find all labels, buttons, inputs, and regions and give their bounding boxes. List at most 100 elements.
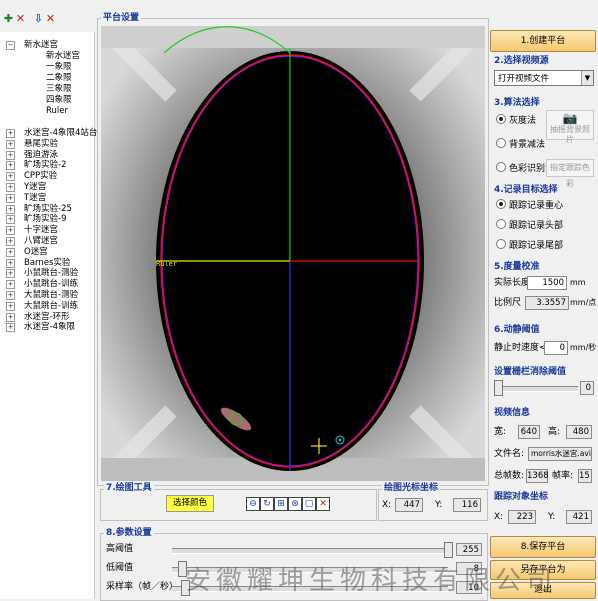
save-platform-button[interactable]: 8.保存平台: [490, 536, 596, 558]
expand-icon[interactable]: +: [6, 183, 15, 192]
tree-child-label: 一象限: [46, 62, 72, 72]
param-label: 低阈值: [106, 563, 134, 573]
param-slider[interactable]: [172, 548, 448, 554]
tree-child-label: 三象限: [46, 84, 72, 94]
fence-threshold-value: 0: [580, 381, 594, 395]
actual-length-unit: mm: [570, 278, 586, 287]
video-source-select[interactable]: 打开视频文件 ▼: [494, 70, 594, 86]
expand-icon[interactable]: +: [6, 280, 15, 290]
expand-icon[interactable]: +: [6, 204, 15, 214]
algorithm-option-0[interactable]: 灰度法: [496, 114, 536, 126]
platform-title: 平台设置: [101, 13, 142, 24]
target-coords-title: 跟踪对象坐标: [494, 492, 549, 502]
tree-item-label: 悬尾实验: [24, 138, 59, 149]
delete-icon[interactable]: ✕: [15, 12, 26, 25]
cursor-x-field: 447: [395, 498, 423, 512]
scale-title: 5.度量校准: [494, 262, 540, 272]
width-label: 宽:: [494, 427, 507, 437]
expand-icon[interactable]: +: [6, 161, 15, 171]
tree-item-label: 小鼠跳台-测验: [24, 268, 79, 279]
capture-background-label: 抽摇背景照片: [550, 125, 590, 144]
total-frames-label: 总帧数:: [494, 471, 525, 481]
close-icon[interactable]: ✕: [45, 12, 56, 25]
tree-child-label: 四象限: [46, 95, 72, 105]
expand-icon[interactable]: +: [6, 139, 15, 149]
width-field: 640: [518, 425, 540, 439]
tree-item-label: 十字迷宫: [24, 225, 59, 236]
algorithm-option-1[interactable]: 背景减法: [496, 138, 545, 150]
target-x-label: X:: [494, 512, 504, 522]
algorithm-option-label: 背景减法: [509, 140, 546, 150]
expand-icon[interactable]: +: [6, 247, 15, 257]
expand-icon[interactable]: +: [6, 237, 15, 246]
param-label: 采样率（帧／秒）: [106, 582, 179, 592]
tree-child-label: 新水迷宫: [46, 51, 81, 61]
scale-ratio-unit: mm/点: [570, 298, 597, 307]
radio-button-icon: [496, 219, 506, 229]
video-info-title: 视频信息: [494, 408, 531, 418]
scale-ratio-field: 3.3557: [525, 296, 569, 310]
capture-background-button[interactable]: 📷 抽摇背景照片: [546, 110, 594, 144]
rest-speed-label: 静止时速度<: [494, 343, 547, 353]
actual-length-input[interactable]: 1500: [527, 276, 567, 290]
rect-tool-icon[interactable]: ▢: [302, 497, 316, 511]
cursor-y-label: Y:: [435, 500, 443, 510]
delete-tool-icon[interactable]: ✕: [316, 497, 330, 511]
record-target-option-label: 跟踪记录头部: [509, 221, 564, 231]
expand-icon[interactable]: +: [6, 301, 15, 311]
motion-threshold-title: 6.动静阈值: [494, 325, 540, 335]
tree-item-label: 八臂迷宫: [24, 236, 59, 246]
radio-button-icon: [496, 114, 506, 124]
expand-icon[interactable]: +: [6, 258, 15, 268]
expand-icon[interactable]: +: [6, 323, 15, 333]
rotate-tool-icon[interactable]: ↻: [260, 497, 274, 511]
expand-icon[interactable]: +: [6, 269, 15, 279]
params-title: 8.参数设置: [104, 528, 154, 539]
video-source-value: 打开视频文件: [498, 74, 550, 84]
tree-item-label: 水迷宫-环形: [24, 311, 70, 322]
expand-icon[interactable]: +: [6, 129, 15, 138]
line-tool-icon[interactable]: ⊞: [274, 497, 288, 511]
expand-icon[interactable]: +: [6, 215, 15, 225]
video-view[interactable]: Ruler: [101, 26, 485, 481]
tree-item-label: Barnes实验: [24, 257, 71, 268]
file-name-label: 文件名:: [494, 449, 525, 459]
pick-color-button[interactable]: 指定跟踪色彩: [546, 159, 594, 188]
tree-item-label: 水迷宫-4象限4站台: [24, 128, 98, 138]
tree-item-label: CPP实验: [24, 171, 58, 182]
ruler-label: Ruler: [156, 260, 178, 268]
radio-button-icon: [496, 199, 506, 209]
frame-rate-field: 15: [578, 469, 592, 483]
tree-item-label: 小鼠跳台-训练: [24, 279, 79, 290]
fence-threshold-slider[interactable]: [496, 386, 578, 392]
cursor-y-field: 116: [453, 498, 481, 512]
record-target-option-label: 跟踪记录重心: [509, 201, 564, 211]
record-target-option-2[interactable]: 跟踪记录尾部: [496, 239, 563, 251]
expand-icon[interactable]: +: [6, 193, 15, 203]
watermark: 安徽耀坤生物科技有限公司: [185, 566, 558, 596]
add-icon[interactable]: ✚: [3, 12, 14, 25]
param-slider-thumb[interactable]: [444, 542, 453, 558]
expand-icon[interactable]: +: [6, 226, 15, 236]
tree-item-label: 大鼠跳台-测验: [24, 290, 79, 300]
circle-tool-icon[interactable]: ⊖: [246, 497, 260, 511]
create-platform-button[interactable]: 1.创建平台: [490, 30, 596, 52]
record-target-title: 4.记录目标选择: [494, 185, 558, 195]
color-tool-icon[interactable]: ⊛: [288, 497, 302, 511]
tree-child-label: Ruler: [46, 106, 68, 116]
target-x-field: 223: [508, 510, 536, 524]
video-canvas: [101, 26, 485, 481]
rest-speed-input[interactable]: 0: [544, 341, 568, 355]
record-target-option-1[interactable]: 跟踪记录头部: [496, 219, 563, 231]
select-color-button[interactable]: 选择颜色: [166, 495, 214, 512]
record-target-option-0[interactable]: 跟踪记录重心: [496, 199, 563, 211]
tree-item-label: 旷场实验-25: [24, 203, 72, 214]
camera-icon: 📷: [562, 111, 578, 125]
expand-icon[interactable]: +: [6, 312, 15, 322]
radio-button-icon: [496, 138, 506, 148]
import-icon[interactable]: ⇩: [33, 12, 44, 25]
fence-threshold-thumb[interactable]: [494, 380, 503, 396]
expand-icon[interactable]: +: [6, 291, 15, 300]
expand-icon[interactable]: +: [6, 150, 15, 160]
expand-icon[interactable]: +: [6, 172, 15, 182]
